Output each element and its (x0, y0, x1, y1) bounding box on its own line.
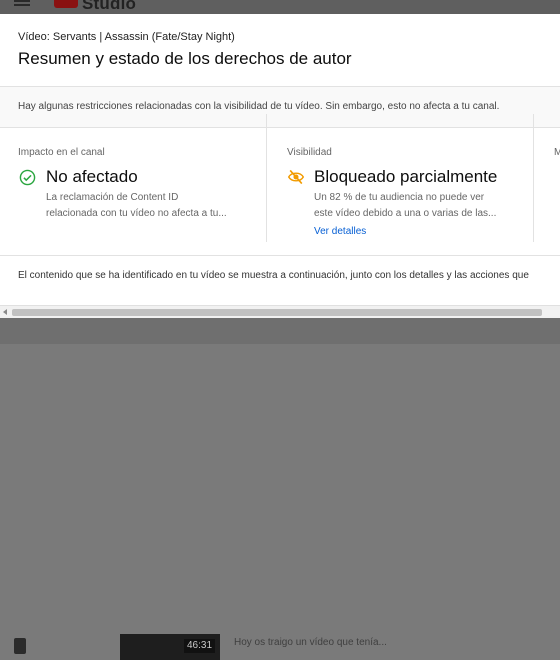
visibility-desc-line1: Un 82 % de tu audiencia no puede ver (314, 192, 485, 203)
menu-icon[interactable] (14, 0, 30, 8)
video-list-row: 46:31 Hoy os traigo un vídeo que tenía..… (0, 316, 560, 660)
visibility-off-icon (287, 169, 305, 185)
video-row-icon (14, 638, 26, 654)
visibility-status: Bloqueado parcialmente (314, 167, 498, 186)
card-separator (266, 114, 267, 242)
video-subtitle: Vídeo: Servants | Assassin (Fate/Stay Ni… (18, 31, 235, 43)
video-description: Hoy os traigo un vídeo que tenía... (234, 637, 387, 648)
app-name: Studio (82, 0, 137, 13)
visibility-description: Un 82 % de tu audiencia no puede ver est… (314, 190, 514, 222)
notice-banner: Hay algunas restricciones relacionadas c… (0, 87, 560, 127)
horizontal-scrollbar[interactable] (0, 305, 560, 318)
scrollbar-thumb[interactable] (12, 309, 542, 316)
notice-text: Hay algunas restricciones relacionadas c… (18, 101, 500, 112)
check-circle-icon (19, 169, 36, 186)
youtube-logo-icon (54, 0, 78, 8)
divider (0, 127, 560, 128)
video-duration-badge: 46:31 (184, 639, 216, 653)
view-details-link[interactable]: Ver detalles (314, 226, 366, 237)
third-card-label: M (554, 147, 560, 158)
visibility-desc-line2: este vídeo debido a una o varias de las.… (314, 208, 497, 219)
channel-impact-status: No afectado (46, 167, 138, 186)
channel-impact-desc-line2: relacionada con tu vídeo no afecta a tu.… (46, 208, 227, 219)
channel-impact-description: La reclamación de Content ID relacionada… (46, 190, 246, 222)
visibility-label: Visibilidad (287, 147, 332, 158)
identified-content-text: El contenido que se ha identificado en t… (18, 270, 529, 281)
channel-impact-label: Impacto en el canal (18, 147, 105, 158)
dialog-title: Resumen y estado de los derechos de auto… (18, 49, 352, 68)
app-header: Studio (0, 0, 560, 14)
card-separator (533, 114, 534, 242)
divider (0, 255, 560, 256)
copyright-summary-dialog: Vídeo: Servants | Assassin (Fate/Stay Ni… (0, 14, 560, 318)
scroll-left-arrow-icon[interactable] (3, 309, 7, 315)
channel-impact-desc-line1: La reclamación de Content ID (46, 192, 179, 203)
